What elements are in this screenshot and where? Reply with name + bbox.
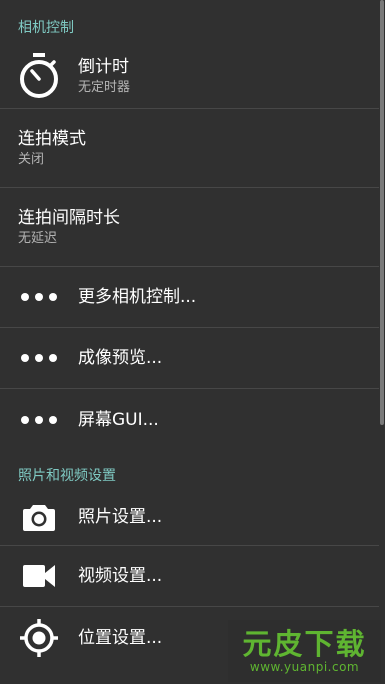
item-subtitle: 无定时器 [78,79,131,95]
list-item-countdown[interactable]: 倒计时 无定时器 [0,44,379,109]
camera-icon [0,503,78,531]
section-header-label: 相机控制 [18,20,74,36]
item-title: 连拍间隔时长 [18,207,120,228]
item-title: 倒计时 [78,56,129,77]
timer-icon [0,53,78,99]
list-item-photo-settings[interactable]: 照片设置... [0,489,379,546]
settings-list: 相机控制 倒计时 无定时器 连拍模式 关闭 连拍间隔时长 无延迟 更多相机控制.… [0,0,379,668]
list-item-more-camera-controls[interactable]: 更多相机控制... [0,267,379,328]
list-item-burst-mode[interactable]: 连拍模式 关闭 [0,109,379,188]
more-dots-icon [0,293,78,301]
item-title: 更多相机控制... [78,287,197,307]
item-title: 屏幕GUI... [78,409,159,430]
watermark-logo: 元皮下载 www.yuanpi.com [228,620,381,682]
list-item-burst-interval[interactable]: 连拍间隔时长 无延迟 [0,188,379,267]
videocam-icon [0,565,78,587]
more-dots-icon [0,415,78,424]
item-title: 照片设置... [78,507,163,527]
list-item-video-settings[interactable]: 视频设置... [0,546,379,607]
watermark-url: www.yuanpi.com [249,660,360,674]
location-target-icon [0,618,78,658]
item-subtitle: 关闭 [18,151,45,167]
more-dots-icon [0,354,78,362]
list-item-screen-gui[interactable]: 屏幕GUI... [0,389,379,450]
section-header-label: 照片和视频设置 [18,467,116,484]
item-title: 成像预览... [78,348,163,368]
item-title: 位置设置... [78,627,163,648]
item-title: 连拍模式 [18,128,86,149]
item-subtitle: 无延迟 [18,230,58,246]
watermark-title: 元皮下载 [242,627,367,661]
list-item-preview[interactable]: 成像预览... [0,328,379,389]
scrollbar[interactable] [380,0,384,425]
item-title: 视频设置... [78,566,163,586]
